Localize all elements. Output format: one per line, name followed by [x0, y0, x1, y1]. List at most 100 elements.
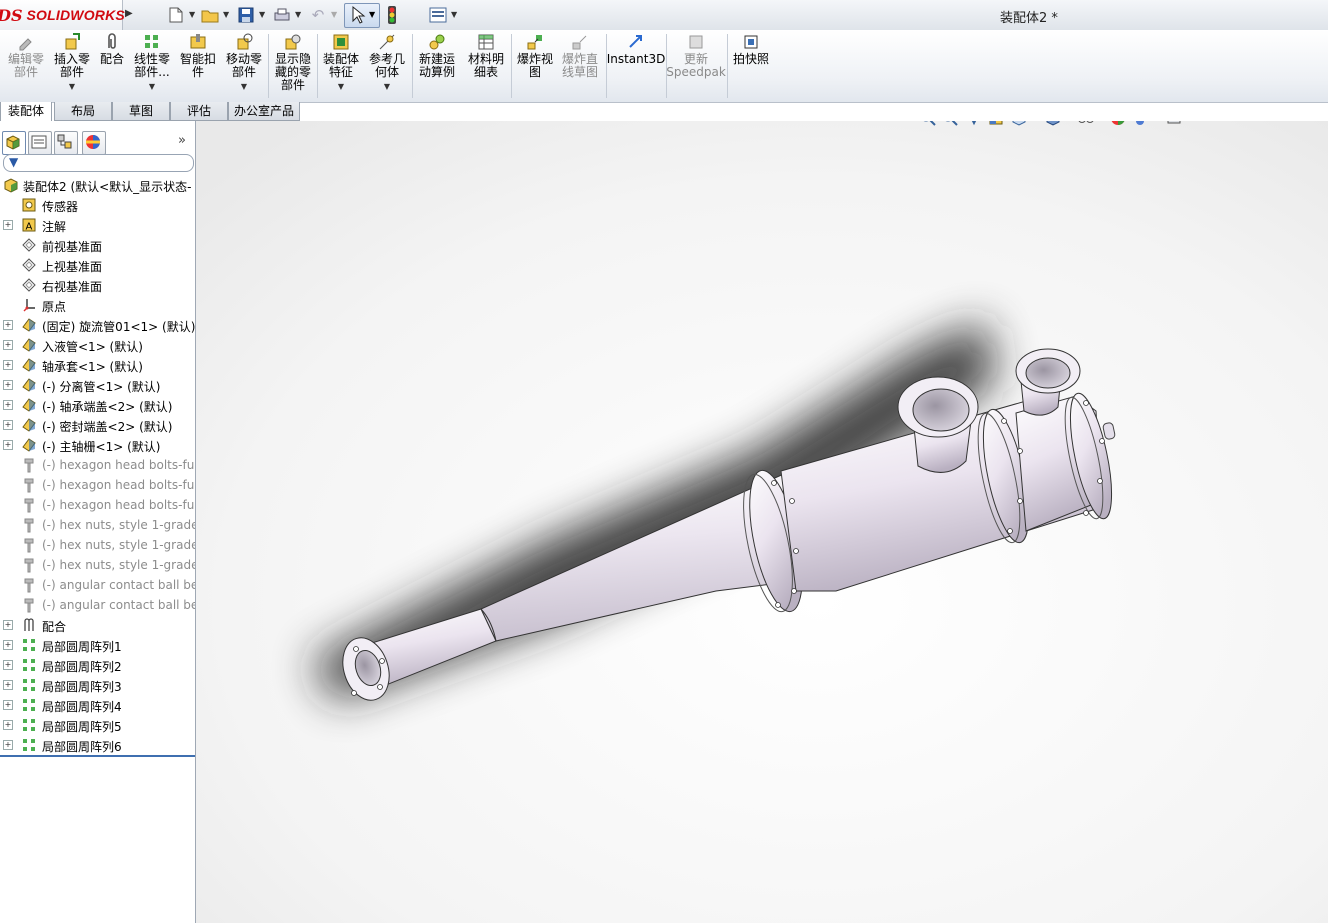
feature-tree-item[interactable]: + (-) 轴承端盖<2> (默认) — [0, 395, 195, 415]
reference-geometry-dropdown-icon[interactable]: ▼ — [384, 80, 390, 93]
zoom-area-icon[interactable] — [940, 121, 960, 128]
linear-pattern-dropdown-icon[interactable]: ▼ — [149, 80, 155, 93]
configuration-manager-icon[interactable] — [54, 131, 78, 155]
options-dropdown-icon[interactable]: ▼ — [451, 10, 457, 19]
expand-toggle-icon[interactable]: + — [3, 620, 13, 630]
new-dropdown-icon[interactable]: ▼ — [189, 10, 195, 19]
feature-tree-item[interactable]: + A 注解 — [0, 215, 195, 235]
hide-show-items-icon[interactable] — [1076, 121, 1096, 128]
expand-toggle-icon[interactable]: + — [3, 420, 13, 430]
move-component-dropdown-icon[interactable]: ▼ — [241, 80, 247, 93]
expand-toggle-icon[interactable]: + — [3, 440, 13, 450]
instant3d-button[interactable]: Instant3D — [607, 33, 665, 101]
feature-tree-item[interactable]: + (固定) 旋流管01<1> (默认) — [0, 315, 195, 335]
expand-toggle-icon[interactable]: + — [3, 320, 13, 330]
feature-tree-item[interactable]: (-) hex nuts, style 1-grade — [0, 535, 195, 555]
take-snapshot-button[interactable]: 拍快照 — [730, 33, 772, 101]
select-button[interactable]: ▼ — [344, 3, 380, 28]
display-style-icon[interactable] — [1042, 121, 1062, 128]
feature-tree-item[interactable]: (-) hex nuts, style 1-grade — [0, 515, 195, 535]
reference-geometry-button[interactable]: 参考几 何体 ▼ — [366, 33, 408, 101]
options-icon[interactable] — [428, 5, 448, 25]
apply-scene-icon[interactable] — [1130, 121, 1150, 128]
display-style-dropdown-icon[interactable]: ▼ — [1062, 121, 1068, 122]
panel-expand-chevron-icon[interactable]: » — [178, 133, 186, 148]
open-folder-icon[interactable] — [200, 5, 220, 25]
tab-layout[interactable]: 布局 — [54, 102, 112, 121]
edit-component-button[interactable]: 编辑零 部件 — [6, 33, 46, 101]
feature-tree-item[interactable]: (-) hexagon head bolts-ful — [0, 495, 195, 515]
tab-evaluate[interactable]: 评估 — [170, 102, 228, 121]
tab-office-products[interactable]: 办公室产品 — [228, 102, 300, 121]
feature-tree-item[interactable]: + (-) 密封端盖<2> (默认) — [0, 415, 195, 435]
exploded-view-button[interactable]: 爆炸视 图 — [514, 33, 556, 101]
bill-of-materials-button[interactable]: 材料明 细表 — [464, 33, 508, 101]
feature-tree-item[interactable]: + 局部圆周阵列2 — [0, 655, 195, 675]
insert-component-button[interactable]: 插入零 部件 ▼ — [52, 33, 92, 101]
feature-tree-item[interactable]: 上视基准面 — [0, 255, 195, 275]
print-dropdown-icon[interactable]: ▼ — [295, 10, 301, 19]
select-dropdown-icon[interactable]: ▼ — [369, 10, 375, 19]
display-manager-icon[interactable] — [82, 131, 106, 155]
print-icon[interactable] — [272, 5, 292, 25]
edit-appearance-icon[interactable] — [1108, 121, 1128, 128]
feature-tree-item[interactable]: 原点 — [0, 295, 195, 315]
open-dropdown-icon[interactable]: ▼ — [223, 10, 229, 19]
move-component-button[interactable]: 移动零 部件 ▼ — [224, 33, 264, 101]
mate-button[interactable]: 配合 — [98, 33, 126, 101]
expand-toggle-icon[interactable]: + — [3, 660, 13, 670]
undo-dropdown-icon[interactable]: ▼ — [331, 10, 337, 19]
feature-tree-item[interactable]: + (-) 主轴栅<1> (默认) — [0, 435, 195, 455]
feature-tree-filter[interactable]: ▼ — [3, 154, 194, 172]
save-dropdown-icon[interactable]: ▼ — [259, 10, 265, 19]
property-manager-icon[interactable] — [28, 131, 52, 155]
previous-view-icon[interactable] — [964, 121, 984, 128]
menu-expand-arrow-icon[interactable]: ▶ — [125, 8, 133, 19]
zoom-to-fit-icon[interactable] — [918, 121, 938, 128]
rebuild-traffic-light-icon[interactable] — [382, 5, 402, 25]
expand-toggle-icon[interactable]: + — [3, 680, 13, 690]
feature-tree-item[interactable]: + 局部圆周阵列1 — [0, 635, 195, 655]
expand-toggle-icon[interactable]: + — [3, 380, 13, 390]
view-orientation-dropdown-icon[interactable]: ▼ — [1028, 121, 1034, 122]
expand-toggle-icon[interactable]: + — [3, 340, 13, 350]
insert-component-dropdown-icon[interactable]: ▼ — [69, 80, 75, 93]
feature-tree-item[interactable]: + 局部圆周阵列6 — [0, 735, 195, 755]
new-motion-study-button[interactable]: 新建运 动算例 — [415, 33, 459, 101]
feature-tree-item[interactable]: + 局部圆周阵列5 — [0, 715, 195, 735]
feature-tree-item[interactable]: + 局部圆周阵列3 — [0, 675, 195, 695]
feature-tree-root-assembly[interactable]: 装配体2 (默认<默认_显示状态- — [0, 175, 195, 195]
explode-line-sketch-button[interactable]: 爆炸直 线草图 — [558, 33, 602, 101]
feature-tree-item[interactable]: 传感器 — [0, 195, 195, 215]
expand-toggle-icon[interactable]: + — [3, 700, 13, 710]
feature-tree-item[interactable]: 右视基准面 — [0, 275, 195, 295]
feature-tree-item[interactable]: (-) hexagon head bolts-ful — [0, 475, 195, 495]
feature-tree-item[interactable]: + 配合 — [0, 615, 195, 635]
filter-funnel-icon[interactable]: ▼ — [9, 155, 18, 169]
feature-tree-item[interactable]: (-) hexagon head bolts-ful — [0, 455, 195, 475]
show-hidden-components-button[interactable]: 显示隐 藏的零 部件 — [272, 33, 314, 101]
assembly-features-button[interactable]: 装配体 特征 ▼ — [320, 33, 362, 101]
smart-fasteners-button[interactable]: 智能扣 件 — [178, 33, 218, 101]
feature-tree-item[interactable]: + 局部圆周阵列4 — [0, 695, 195, 715]
update-speedpak-button[interactable]: 更新 Speedpak — [666, 33, 726, 101]
graphics-area[interactable]: ▼ ▼ ▼ ▼ ▼ — [196, 121, 1328, 923]
undo-icon[interactable]: ↶ — [308, 5, 328, 25]
feature-tree-item[interactable]: + 轴承套<1> (默认) — [0, 355, 195, 375]
feature-tree-item[interactable]: (-) hex nuts, style 1-grade — [0, 555, 195, 575]
model-viewport[interactable] — [196, 121, 1328, 923]
feature-manager-icon[interactable] — [2, 131, 26, 155]
feature-tree-item[interactable]: (-) angular contact ball be — [0, 595, 195, 615]
new-document-icon[interactable] — [166, 5, 186, 25]
feature-tree-item[interactable]: (-) angular contact ball be — [0, 575, 195, 595]
save-icon[interactable] — [236, 5, 256, 25]
feature-tree-item[interactable]: 前视基准面 — [0, 235, 195, 255]
expand-toggle-icon[interactable]: + — [3, 220, 13, 230]
expand-toggle-icon[interactable]: + — [3, 640, 13, 650]
feature-tree-item[interactable]: + 入液管<1> (默认) — [0, 335, 195, 355]
hide-show-dropdown-icon[interactable]: ▼ — [1096, 121, 1102, 122]
assembly-features-dropdown-icon[interactable]: ▼ — [338, 80, 344, 93]
tab-assembly[interactable]: 装配体 — [0, 102, 52, 121]
view-settings-dropdown-icon[interactable]: ▼ — [1184, 121, 1190, 122]
expand-toggle-icon[interactable]: + — [3, 360, 13, 370]
